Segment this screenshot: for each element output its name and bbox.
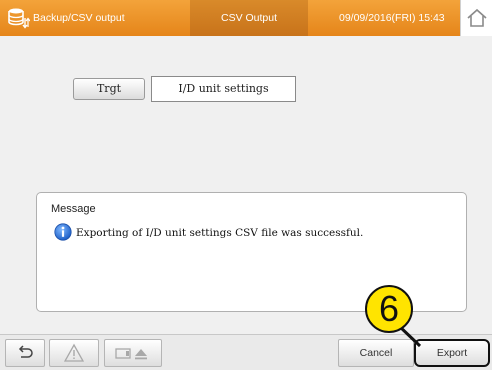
- media-eject-icon: [115, 348, 147, 360]
- target-button[interactable]: Trgt: [73, 78, 145, 100]
- tab-label: CSV Output: [220, 12, 278, 24]
- main-content: Trgt I/D unit settings Message Exporting…: [0, 36, 492, 334]
- cancel-label: Cancel: [359, 347, 393, 359]
- header-bar: Backup/CSV output CSV Output 09/09/2016(…: [0, 0, 492, 36]
- datetime-display: 09/09/2016(FRI) 15:43: [339, 12, 445, 24]
- target-field: I/D unit settings: [151, 76, 296, 102]
- footer-bar: Cancel Export: [0, 334, 492, 370]
- database-icon: [8, 8, 30, 29]
- export-label: Export: [436, 347, 468, 359]
- cancel-button[interactable]: Cancel: [338, 339, 414, 367]
- export-button[interactable]: Export: [414, 339, 490, 367]
- message-title: Message: [51, 203, 96, 215]
- back-button[interactable]: [5, 339, 45, 367]
- warning-icon: [64, 343, 84, 362]
- step-callout: 6: [365, 285, 413, 333]
- info-icon: [54, 223, 72, 241]
- message-text: Exporting of I/D unit settings CSV file …: [76, 227, 364, 239]
- back-icon: [18, 345, 33, 358]
- csv-output-screen: Backup/CSV output CSV Output 09/09/2016(…: [0, 0, 492, 370]
- media-eject-button[interactable]: [104, 339, 162, 367]
- home-button[interactable]: [460, 0, 492, 36]
- home-icon: [467, 8, 487, 27]
- tab-csv-output: CSV Output: [190, 0, 308, 36]
- header-title: Backup/CSV output: [33, 12, 125, 24]
- warning-button[interactable]: [49, 339, 99, 367]
